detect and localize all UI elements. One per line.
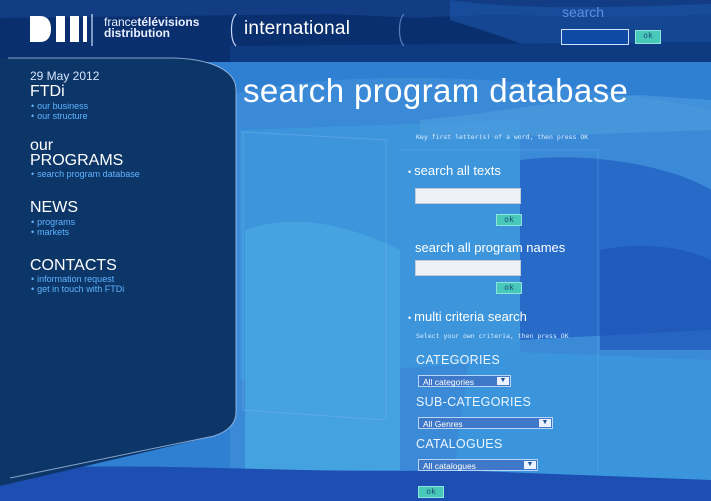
catalogues-select[interactable]: All catalogues ▼ xyxy=(418,459,538,471)
sidebar-item-label: programs xyxy=(37,217,76,227)
current-date: 29 May 2012 xyxy=(30,69,100,83)
sidebar-item-markets[interactable]: • markets xyxy=(31,227,69,237)
sub-categories-select[interactable]: All Genres ▼ xyxy=(418,417,553,429)
sidebar-item-our-business[interactable]: • our business xyxy=(31,101,88,111)
header-search-label: search xyxy=(562,4,605,20)
bullet-icon: • xyxy=(31,101,35,111)
header-search-ok-button[interactable]: ok xyxy=(635,30,661,44)
sidebar-item-label: information request xyxy=(37,274,115,284)
categories-label: CATEGORIES xyxy=(416,353,501,367)
multi-criteria-search-label: • multi criteria search xyxy=(408,309,527,324)
multi-criteria-ok-button[interactable]: ok xyxy=(418,486,444,498)
sidebar-section-ftdi[interactable]: FTDi xyxy=(30,84,65,100)
search-all-program-names-ok-button[interactable]: ok xyxy=(496,282,522,294)
catalogues-selected-value: All catalogues xyxy=(423,461,476,471)
hint-keyword-search: Key first letter(s) of a word, then pres… xyxy=(416,133,589,141)
bullet-icon: • xyxy=(31,274,35,284)
sidebar-item-label: our structure xyxy=(37,111,88,121)
brand-name-line2: distribution xyxy=(104,26,170,40)
sidebar-item-label: search program database xyxy=(37,169,140,179)
sidebar-item-get-in-touch[interactable]: • get in touch with FTDi xyxy=(31,284,124,294)
sidebar-item-information-request[interactable]: • information request xyxy=(31,274,114,284)
label-text: search all texts xyxy=(414,163,501,178)
bullet-icon: • xyxy=(31,284,35,294)
sidebar-item-search-program-database[interactable]: • search program database xyxy=(31,169,140,179)
sidebar-item-label: get in touch with FTDi xyxy=(37,284,125,294)
sub-categories-selected-value: All Genres xyxy=(423,419,463,429)
hint-multi-criteria: Select your own criteria, then press OK xyxy=(416,332,569,340)
bullet-icon: • xyxy=(408,167,412,177)
sidebar-section-contacts[interactable]: CONTACTS xyxy=(30,258,117,274)
bullet-icon: • xyxy=(31,169,35,179)
sidebar-item-label: markets xyxy=(37,227,70,237)
label-text: multi criteria search xyxy=(414,309,527,324)
chevron-down-icon[interactable]: ▼ xyxy=(524,461,536,469)
site-section-title: international xyxy=(244,18,351,39)
sidebar-item-programs[interactable]: • programs xyxy=(31,217,75,227)
page-title: search program database xyxy=(243,72,629,109)
sub-categories-label: SUB-CATEGORIES xyxy=(416,395,532,409)
search-all-program-names-input[interactable] xyxy=(415,260,521,276)
sidebar-section-programs-line1[interactable]: our xyxy=(30,138,53,154)
search-all-texts-ok-button[interactable]: ok xyxy=(496,214,522,226)
search-all-texts-label: • search all texts xyxy=(408,163,501,178)
bullet-icon: • xyxy=(31,111,35,121)
chevron-down-icon[interactable]: ▼ xyxy=(497,377,509,385)
search-all-texts-input[interactable] xyxy=(415,188,521,204)
header-search-input[interactable] xyxy=(561,29,629,45)
bullet-icon: • xyxy=(31,217,35,227)
site-header: francetélévisions distribution internati… xyxy=(0,0,711,62)
catalogues-label: CATALOGUES xyxy=(416,437,503,451)
sidebar-item-label: our business xyxy=(37,101,89,111)
search-all-program-names-label: search all program names xyxy=(415,240,566,255)
categories-select[interactable]: All categories ▼ xyxy=(418,375,511,387)
sidebar-section-programs-line2[interactable]: PROGRAMS xyxy=(30,153,123,169)
ftd-logo-icon[interactable] xyxy=(30,14,88,44)
categories-selected-value: All categories xyxy=(423,377,475,387)
bullet-icon: • xyxy=(31,227,35,237)
sidebar-section-news[interactable]: NEWS xyxy=(30,200,78,216)
sidebar-item-our-structure[interactable]: • our structure xyxy=(31,111,88,121)
bullet-icon: • xyxy=(408,313,412,323)
chevron-down-icon[interactable]: ▼ xyxy=(539,419,551,427)
